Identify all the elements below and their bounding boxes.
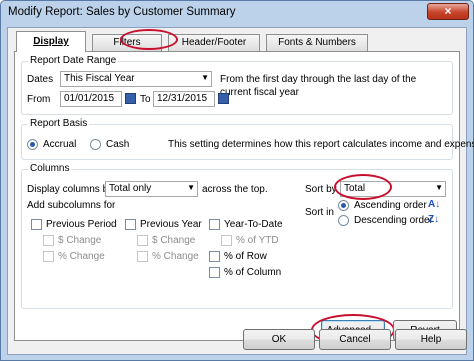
tab-filters[interactable]: Filters xyxy=(92,34,162,51)
window-title: Modify Report: Sales by Customer Summary xyxy=(8,6,236,18)
accrual-radio[interactable] xyxy=(27,139,38,150)
previous-year-checkbox[interactable] xyxy=(125,219,136,230)
to-date-field[interactable]: 12/31/2015 xyxy=(153,91,215,107)
pct-row-checkbox[interactable] xyxy=(209,251,220,262)
report-basis-group: Report Basis Accrual Cash This setting d… xyxy=(21,118,474,160)
dollar-change-label: $ Change xyxy=(58,235,102,246)
tab-header-footer-label: Header/Footer xyxy=(181,37,247,48)
cancel-button-label: Cancel xyxy=(339,334,371,345)
ok-button-label: OK xyxy=(271,334,287,345)
close-button[interactable]: × xyxy=(427,3,469,20)
pct-column-checkbox[interactable] xyxy=(209,267,220,278)
modify-report-dialog: Modify Report: Sales by Customer Summary… xyxy=(0,0,474,361)
report-basis-description: This setting determines how this report … xyxy=(168,139,474,150)
from-label: From xyxy=(27,94,51,105)
descending-radio[interactable] xyxy=(338,215,349,226)
pct-change-checkbox[interactable] xyxy=(137,251,148,262)
sort-by-value: Total xyxy=(344,183,366,194)
tab-fonts-numbers[interactable]: Fonts & Numbers xyxy=(266,34,368,51)
cash-radio[interactable] xyxy=(90,139,101,150)
add-subcolumns-label: Add subcolumns for xyxy=(27,200,116,211)
year-to-date-checkbox[interactable] xyxy=(209,219,220,230)
display-columns-value: Total only xyxy=(109,183,152,194)
sort-by-label: Sort by xyxy=(305,184,337,195)
cash-label: Cash xyxy=(106,139,130,150)
pct-change-label: % Change xyxy=(58,251,105,262)
pct-column-label: % of Column xyxy=(224,267,282,278)
cancel-button[interactable]: Cancel xyxy=(319,329,391,350)
sort-ascending-icon: A↓ xyxy=(428,199,441,210)
pct-change-label: % Change xyxy=(152,251,199,262)
dates-select[interactable]: This Fiscal Year ▼ xyxy=(60,71,212,87)
tab-header-footer[interactable]: Header/Footer xyxy=(168,34,260,51)
sort-by-select[interactable]: Total ▼ xyxy=(340,181,446,197)
ascending-radio[interactable] xyxy=(338,200,349,211)
ascending-label: Ascending order xyxy=(354,200,427,211)
tab-display[interactable]: Display xyxy=(16,31,86,52)
title-bar: Modify Report: Sales by Customer Summary… xyxy=(1,1,473,25)
previous-year-label: Previous Year xyxy=(140,219,202,230)
previous-period-checkbox[interactable] xyxy=(31,219,42,230)
previous-period-label: Previous Period xyxy=(46,219,117,230)
display-tab-panel: Report Date Range Dates This Fiscal Year… xyxy=(14,51,474,346)
from-date-value: 01/01/2015 xyxy=(64,93,115,104)
report-date-range-label: Report Date Range xyxy=(28,55,119,66)
tab-filters-label: Filters xyxy=(113,37,141,48)
help-button[interactable]: Help xyxy=(395,329,467,350)
dialog-client: Display Filters Header/Footer Fonts & Nu… xyxy=(7,27,474,355)
dates-select-value: This Fiscal Year xyxy=(64,73,135,84)
to-date-value: 12/31/2015 xyxy=(157,93,208,104)
tab-display-label: Display xyxy=(33,36,69,47)
pct-change-checkbox[interactable] xyxy=(43,251,54,262)
year-to-date-label: Year-To-Date xyxy=(224,219,283,230)
descending-label: Descending order xyxy=(354,215,433,226)
display-columns-label: Display columns by xyxy=(27,184,114,195)
date-range-description: From the first day through the last day … xyxy=(220,74,417,98)
chevron-down-icon: ▼ xyxy=(435,183,443,192)
from-date-field[interactable]: 01/01/2015 xyxy=(60,91,122,107)
accrual-label: Accrual xyxy=(43,139,77,150)
pct-ytd-checkbox[interactable] xyxy=(221,235,232,246)
columns-group: Columns Display columns by Total only ▼ … xyxy=(21,163,453,309)
sort-descending-icon: Z↓ xyxy=(428,214,440,225)
dollar-change-checkbox[interactable] xyxy=(43,235,54,246)
to-label: To xyxy=(140,94,151,105)
columns-label: Columns xyxy=(28,163,72,174)
dates-label: Dates xyxy=(27,74,54,85)
display-columns-select[interactable]: Total only ▼ xyxy=(105,181,198,197)
calendar-icon[interactable] xyxy=(218,93,229,104)
chevron-down-icon: ▼ xyxy=(201,73,209,82)
calendar-icon[interactable] xyxy=(125,93,136,104)
chevron-down-icon: ▼ xyxy=(187,183,195,192)
dollar-change-label: $ Change xyxy=(152,235,196,246)
report-date-range-group: Report Date Range Dates This Fiscal Year… xyxy=(21,55,453,115)
sort-in-label: Sort in xyxy=(305,207,334,218)
pct-row-label: % of Row xyxy=(224,251,267,262)
across-label: across the top. xyxy=(202,184,268,195)
help-button-label: Help xyxy=(420,334,442,345)
dollar-change-checkbox[interactable] xyxy=(137,235,148,246)
report-basis-label: Report Basis xyxy=(28,118,90,129)
pct-ytd-label: % of YTD xyxy=(236,235,279,246)
ok-button[interactable]: OK xyxy=(243,329,315,350)
tab-fonts-numbers-label: Fonts & Numbers xyxy=(278,37,356,48)
